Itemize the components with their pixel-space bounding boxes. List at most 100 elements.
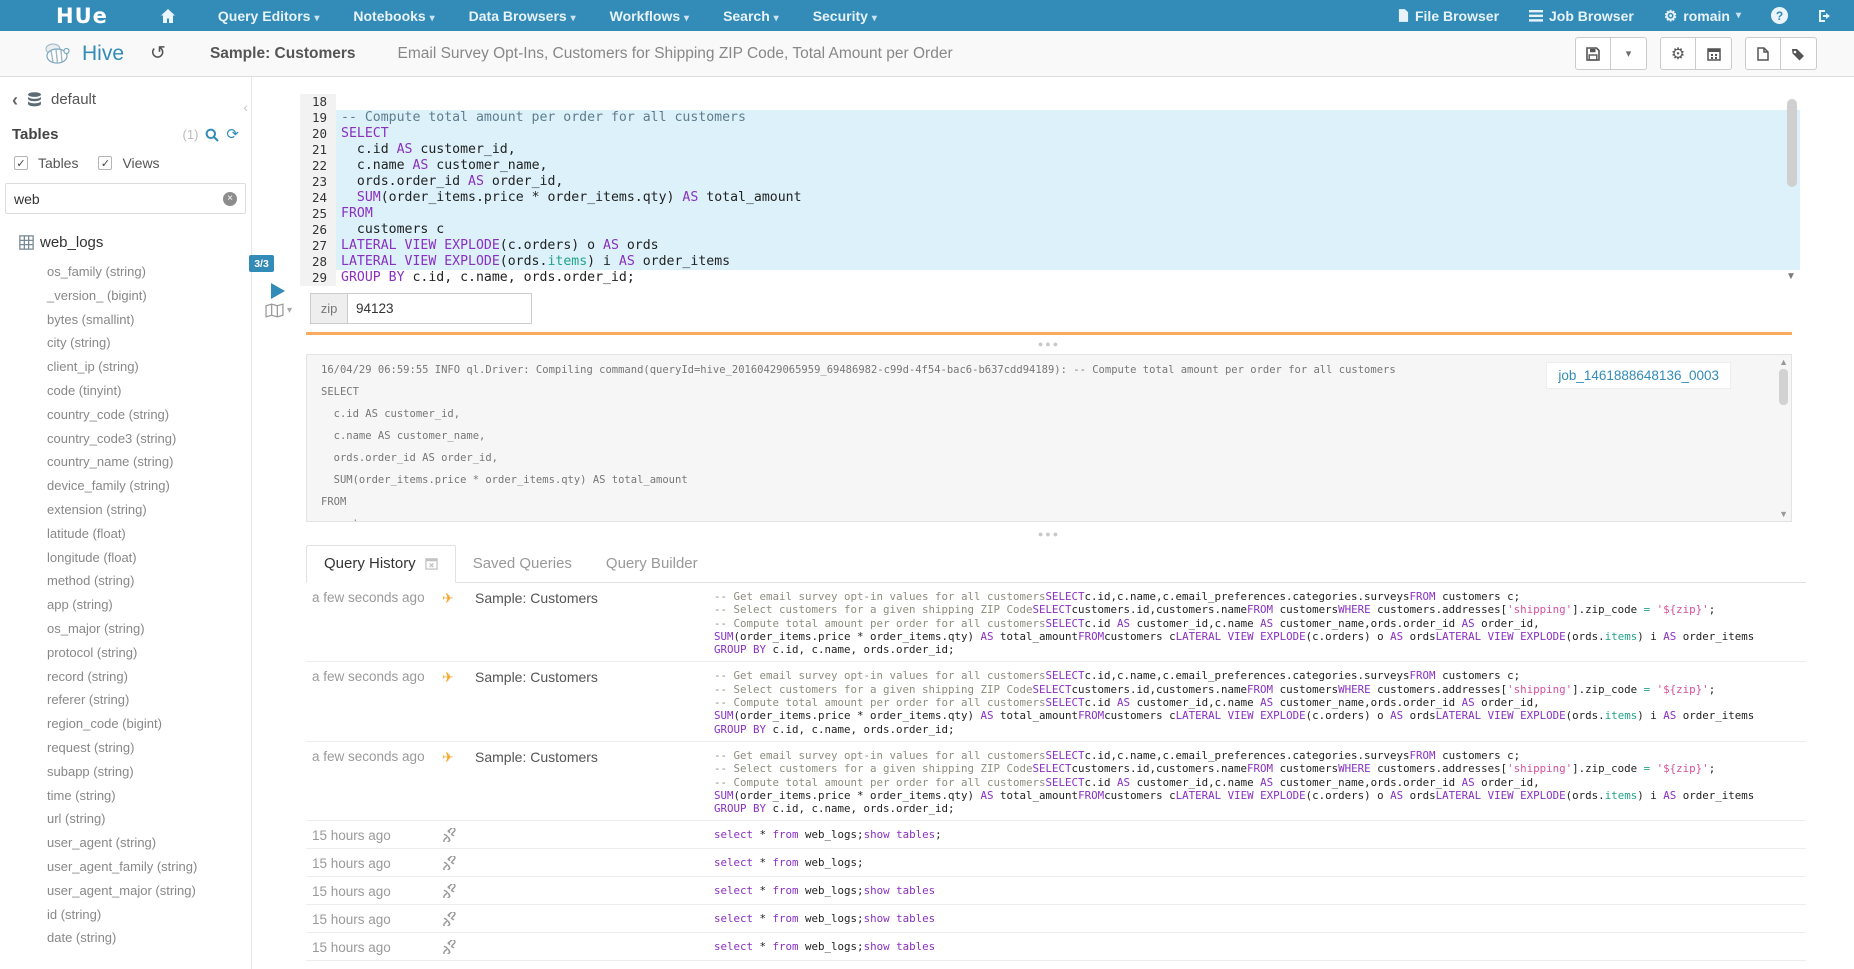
- history-row[interactable]: 15 hours agoselect * from web_logs;show …: [306, 905, 1806, 933]
- save-button[interactable]: [1575, 37, 1611, 70]
- user-menu[interactable]: ⚙ romain ▾: [1664, 7, 1741, 25]
- column-item[interactable]: city (string): [0, 331, 251, 355]
- nav-menu-query-editors[interactable]: Query Editors ▾: [218, 8, 320, 24]
- column-item[interactable]: date (string): [0, 926, 251, 950]
- code-line[interactable]: 21 c.id AS customer_id,: [300, 142, 1800, 158]
- execute-button[interactable]: [271, 283, 285, 299]
- code-line[interactable]: 26 customers c: [300, 222, 1800, 238]
- column-item[interactable]: id (string): [0, 903, 251, 927]
- table-item-web-logs[interactable]: web_logs: [19, 234, 251, 251]
- nav-menu-search[interactable]: Search ▾: [723, 8, 779, 24]
- history-row[interactable]: a few seconds ago✈Sample: Customers-- Ge…: [306, 742, 1806, 821]
- tab-query-history[interactable]: Query History: [306, 545, 456, 583]
- column-item[interactable]: user_agent (string): [0, 831, 251, 855]
- schedule-button[interactable]: [1696, 37, 1732, 70]
- column-item[interactable]: app (string): [0, 593, 251, 617]
- column-item[interactable]: client_ip (string): [0, 355, 251, 379]
- column-item[interactable]: url (string): [0, 807, 251, 831]
- history-row[interactable]: 15 hours agoselect * from web_logs;show …: [306, 877, 1806, 905]
- column-item[interactable]: device_family (string): [0, 474, 251, 498]
- column-item[interactable]: request (string): [0, 736, 251, 760]
- column-item[interactable]: code (tinyint): [0, 379, 251, 403]
- nav-menu-workflows[interactable]: Workflows ▾: [610, 8, 689, 24]
- tags-button[interactable]: [1781, 37, 1817, 70]
- hue-logo[interactable]: HUe: [56, 4, 108, 28]
- code-line[interactable]: 23 ords.order_id AS order_id,: [300, 174, 1800, 190]
- column-item[interactable]: region_code (bigint): [0, 712, 251, 736]
- minimap-button[interactable]: ▾: [265, 303, 292, 318]
- save-dropdown-button[interactable]: ▾: [1611, 37, 1647, 70]
- log-scrollbar-thumb[interactable]: [1779, 369, 1788, 405]
- tables-checkbox[interactable]: ✓: [14, 156, 28, 170]
- column-item[interactable]: _version_ (bigint): [0, 284, 251, 308]
- nav-menu-data-browsers[interactable]: Data Browsers ▾: [469, 8, 576, 24]
- clear-search-icon[interactable]: ×: [223, 192, 237, 206]
- document-title[interactable]: Sample: Customers: [210, 45, 356, 63]
- code-line[interactable]: 29GROUP BY c.id, c.name, ords.order_id;: [300, 270, 1800, 286]
- history-sql[interactable]: -- Get email survey opt-in values for al…: [714, 749, 1806, 815]
- column-item[interactable]: referer (string): [0, 688, 251, 712]
- log-scroll-down-icon[interactable]: ▼: [1779, 509, 1788, 519]
- column-item[interactable]: country_code3 (string): [0, 427, 251, 451]
- editor-scroll-down-icon[interactable]: ▼: [1786, 271, 1796, 282]
- nav-menu-notebooks[interactable]: Notebooks ▾: [353, 8, 434, 24]
- column-item[interactable]: method (string): [0, 569, 251, 593]
- table-search-input[interactable]: [14, 191, 223, 207]
- history-row[interactable]: 15 hours agoselect * from web_logs;: [306, 849, 1806, 877]
- log-scroll-up-icon[interactable]: ▲: [1779, 357, 1788, 367]
- back-icon[interactable]: ‹: [12, 94, 18, 106]
- history-sql[interactable]: -- Get email survey opt-in values for al…: [714, 669, 1806, 735]
- search-icon[interactable]: [205, 128, 219, 142]
- refresh-icon[interactable]: ⟳: [226, 127, 239, 142]
- column-item[interactable]: bytes (smallint): [0, 308, 251, 332]
- code-line[interactable]: 19-- Compute total amount per order for …: [300, 110, 1800, 126]
- collapse-panel-icon[interactable]: ‹: [243, 99, 248, 115]
- code-line[interactable]: 28LATERAL VIEW EXPLODE(ords.items) i AS …: [300, 254, 1800, 270]
- history-sql[interactable]: select * from web_logs;show tables;: [714, 828, 1806, 843]
- column-item[interactable]: os_family (string): [0, 260, 251, 284]
- history-sql[interactable]: select * from web_logs;show tables: [714, 884, 1806, 899]
- job-browser-button[interactable]: Job Browser: [1529, 8, 1634, 24]
- column-item[interactable]: user_agent_family (string): [0, 855, 251, 879]
- code-line[interactable]: 20SELECT: [300, 126, 1800, 142]
- variable-input[interactable]: [348, 293, 532, 324]
- tab-saved-queries[interactable]: Saved Queries: [456, 546, 589, 582]
- column-item[interactable]: os_major (string): [0, 617, 251, 641]
- column-item[interactable]: protocol (string): [0, 641, 251, 665]
- history-row[interactable]: 15 hours agoselect * from web_logs;show …: [306, 821, 1806, 849]
- document-description[interactable]: Email Survey Opt-Ins, Customers for Ship…: [398, 45, 953, 63]
- column-item[interactable]: user_agent_major (string): [0, 879, 251, 903]
- column-item[interactable]: record (string): [0, 665, 251, 689]
- home-icon[interactable]: [160, 8, 176, 24]
- history-sql[interactable]: -- Get email survey opt-in values for al…: [714, 590, 1806, 656]
- history-row[interactable]: 15 hours agoselect * from web_logs;show …: [306, 933, 1806, 961]
- history-row[interactable]: a few seconds ago✈Sample: Customers-- Ge…: [306, 662, 1806, 741]
- history-sql[interactable]: select * from web_logs;show tables: [714, 912, 1806, 927]
- history-row[interactable]: a few seconds ago✈Sample: Customers-- Ge…: [306, 583, 1806, 662]
- column-item[interactable]: latitude (float): [0, 522, 251, 546]
- column-item[interactable]: time (string): [0, 784, 251, 808]
- history-sql[interactable]: select * from web_logs;: [714, 856, 1806, 871]
- settings-button[interactable]: ⚙: [1660, 37, 1696, 70]
- job-link[interactable]: job_1461888648136_0003: [1546, 362, 1731, 389]
- editor-scrollbar-thumb[interactable]: [1787, 99, 1797, 187]
- resize-handle[interactable]: ●●●: [306, 339, 1792, 349]
- tab-query-builder[interactable]: Query Builder: [589, 546, 715, 582]
- code-line[interactable]: 27LATERAL VIEW EXPLODE(c.orders) o AS or…: [300, 238, 1800, 254]
- app-name[interactable]: Hive: [82, 42, 124, 66]
- logout-icon[interactable]: [1818, 9, 1832, 23]
- column-item[interactable]: longitude (float): [0, 546, 251, 570]
- column-item[interactable]: country_code (string): [0, 403, 251, 427]
- code-line[interactable]: 24 SUM(order_items.price * order_items.q…: [300, 190, 1800, 206]
- code-editor[interactable]: 1819-- Compute total amount per order fo…: [300, 94, 1800, 286]
- file-browser-button[interactable]: File Browser: [1398, 8, 1499, 24]
- code-line[interactable]: 18: [300, 94, 1800, 110]
- help-icon[interactable]: ?: [1771, 7, 1788, 24]
- new-document-button[interactable]: [1745, 37, 1781, 70]
- resize-handle[interactable]: ●●●: [306, 529, 1792, 539]
- nav-menu-security[interactable]: Security ▾: [813, 8, 877, 24]
- code-line[interactable]: 22 c.name AS customer_name,: [300, 158, 1800, 174]
- history-sql[interactable]: select * from web_logs;show tables: [714, 940, 1806, 955]
- column-item[interactable]: extension (string): [0, 498, 251, 522]
- column-item[interactable]: subapp (string): [0, 760, 251, 784]
